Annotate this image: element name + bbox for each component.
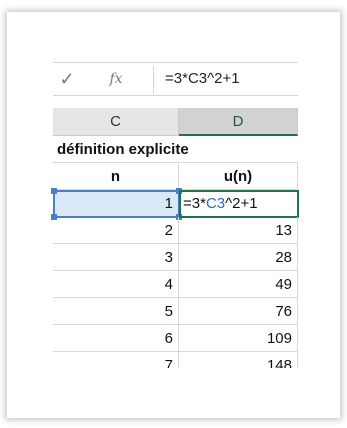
u-cell[interactable]: 28 — [179, 244, 298, 271]
n-cell[interactable]: 4 — [53, 271, 179, 298]
u-cell[interactable]: 109 — [179, 325, 298, 352]
formula-bar-divider — [153, 66, 154, 94]
reference-highlight — [53, 190, 180, 218]
editing-row: 1 =3*C3^2+1 — [51, 188, 299, 220]
table-row: 4 49 — [53, 271, 298, 298]
n-cell[interactable]: 3 — [53, 244, 179, 271]
title-row: définition explicite — [53, 136, 298, 163]
formula-bar: ✓ fx — [53, 62, 298, 96]
u-cell[interactable]: 49 — [179, 271, 298, 298]
column-header-d[interactable]: D — [179, 108, 298, 136]
table-row: 7 148 — [53, 352, 298, 368]
u-cell[interactable]: 76 — [179, 298, 298, 325]
table-row: 6 109 — [53, 325, 298, 352]
header-u-cell[interactable]: u(n) — [179, 163, 298, 190]
column-header-c[interactable]: C — [53, 108, 179, 136]
header-row: n u(n) — [53, 163, 298, 190]
table-row: 3 28 — [53, 244, 298, 271]
table-row: 2 13 — [53, 217, 298, 244]
n-cell[interactable]: 5 — [53, 298, 179, 325]
title-cell[interactable]: définition explicite — [53, 136, 298, 163]
insert-function-icon[interactable]: fx — [103, 63, 129, 95]
reference-handle[interactable] — [51, 188, 57, 194]
u-cell[interactable]: 13 — [179, 217, 298, 244]
n-cell[interactable]: 2 — [53, 217, 179, 244]
n-cell[interactable]: 7 — [53, 352, 179, 368]
u-cell[interactable]: 148 — [179, 352, 298, 368]
n-cell[interactable]: 6 — [53, 325, 179, 352]
table-row: 5 76 — [53, 298, 298, 325]
header-n-cell[interactable]: n — [53, 163, 179, 190]
active-cell-border — [179, 190, 299, 218]
check-icon[interactable]: ✓ — [55, 63, 79, 95]
formula-input[interactable] — [165, 63, 295, 95]
